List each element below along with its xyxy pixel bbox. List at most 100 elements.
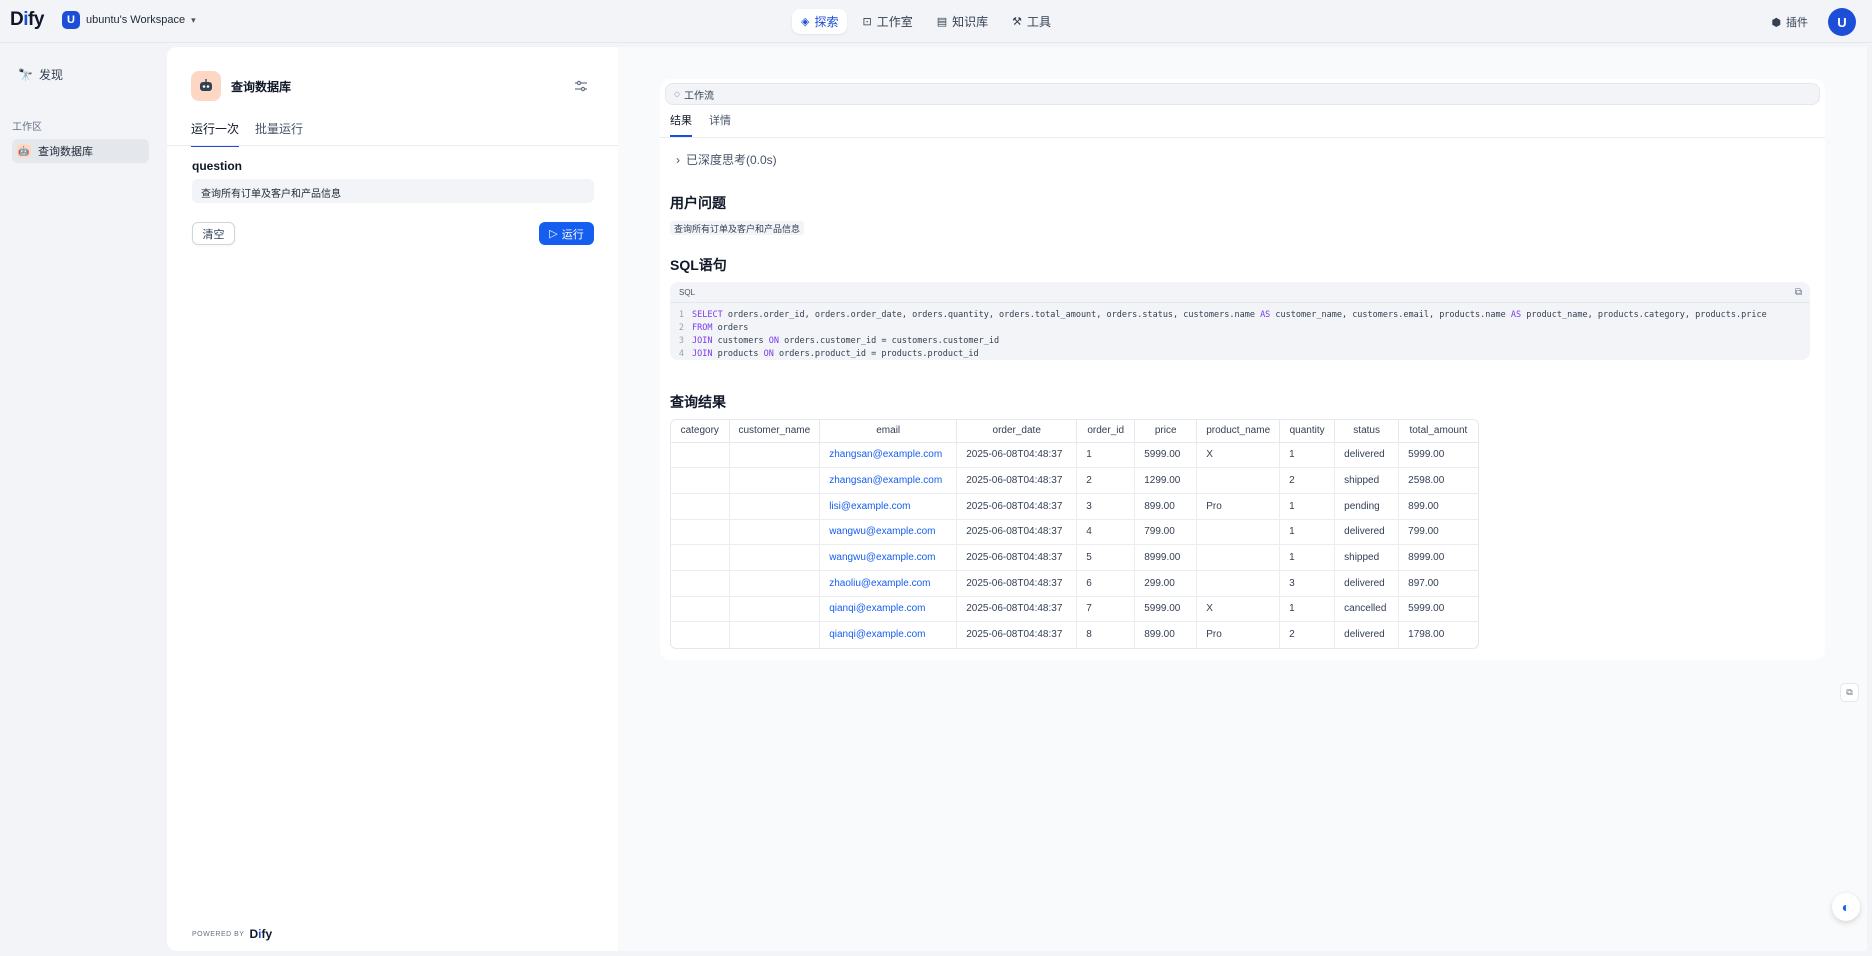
thinking-toggle[interactable]: › 已深度思考(0.0s) [676,151,777,168]
table-cell [729,596,821,623]
table-cell: 799.00 [1398,519,1478,546]
table-cell: delivered [1334,621,1400,648]
email-link[interactable]: wangwu@example.com [829,526,935,537]
sql-text: orders [712,323,749,333]
user-question-heading: 用户问题 [670,195,726,211]
table-cell: zhangsan@example.com [819,442,958,469]
table-cell: zhaoliu@example.com [819,570,958,597]
table-row: qianqi@example.com 2025-06-08T04:48:37 7 59… [671,596,1478,623]
column-header: quantity [1279,420,1336,443]
nav-tools[interactable]: ⚒ 工具 [1003,9,1060,34]
table-cell: 5999.00 [1134,442,1198,469]
top-right-actions: ⬢ 插件 U [1771,8,1856,36]
run-button[interactable]: ▷ 运行 [539,222,594,245]
copy-icon[interactable]: ⧉ [1840,683,1859,702]
table-cell: 5999.00 [1398,442,1478,469]
robot-icon: 🤖 [17,144,31,158]
table-cell: 5999.00 [1398,596,1478,623]
email-link[interactable]: wangwu@example.com [829,552,935,563]
code-lines: 1 SELECT orders.order_id, orders.order_d… [670,309,1767,361]
sidebar-item-query-db[interactable]: 🤖 查询数据库 [12,139,149,163]
table-cell: 2025-06-08T04:48:37 [956,621,1078,648]
email-link[interactable]: qianqi@example.com [829,629,925,640]
table-cell: 2 [1279,467,1336,494]
code-line: 2 FROM orders [670,322,1767,335]
table-cell: Pro [1196,621,1281,648]
line-number: 3 [678,336,684,346]
email-link[interactable]: zhaoliu@example.com [829,578,930,589]
sql-text: customer_name, customers.email, products… [1270,310,1511,320]
sql-code-block: SQL ⧉ 1 SELECT orders.order_id, orders.o… [670,282,1810,360]
tab-batch-run[interactable]: 批量运行 [255,120,303,147]
table-cell: 8 [1076,621,1136,648]
code-line: 4 JOIN products ON orders.product_id = p… [670,348,1767,361]
avatar[interactable]: U [1828,8,1856,36]
tab-run-once[interactable]: 运行一次 [191,120,240,147]
cube-icon: ⬢ [1771,16,1781,29]
sliders-icon[interactable] [574,79,588,93]
table-cell: wangwu@example.com [819,519,958,546]
tab-result[interactable]: 结果 [670,112,692,137]
robot-icon [191,71,221,101]
sidebar-item-discover[interactable]: 🔭 发现 [18,66,63,83]
email-link[interactable]: qianqi@example.com [829,603,925,614]
email-link[interactable]: zhangsan@example.com [829,475,942,486]
column-header: total_amount [1398,420,1478,443]
question-input[interactable]: 查询所有订单及客户和产品信息 [192,179,594,203]
table-cell: 899.00 [1134,621,1198,648]
table-cell: 897.00 [1398,570,1478,597]
table-cell: 2025-06-08T04:48:37 [956,467,1078,494]
table-cell: qianqi@example.com [819,596,958,623]
nav-knowledge[interactable]: ▤ 知识库 [928,9,997,34]
email-link[interactable]: lisi@example.com [829,501,910,512]
telescope-icon: 🔭 [18,67,33,82]
table-cell: delivered [1334,519,1400,546]
plugins-button[interactable]: ⬢ 插件 [1771,14,1808,30]
table-cell: 3 [1279,570,1336,597]
table-cell: delivered [1334,442,1400,469]
result-card: ◌ 工作流 结果 详情 › 已深度思考(0.0s) 用户问题 查询所有订单及客户… [660,79,1859,702]
workspace-switcher[interactable]: U ubuntu's Workspace ▾ [62,11,196,29]
table-cell: 1 [1279,544,1336,571]
table-row: qianqi@example.com 2025-06-08T04:48:37 8 89… [671,621,1478,648]
powered-by-text: POWERED BY [192,930,245,938]
table-cell: 2598.00 [1398,467,1478,494]
table-cell: delivered [1334,570,1400,597]
email-link[interactable]: zhangsan@example.com [829,449,942,460]
code-line: 1 SELECT orders.order_id, orders.order_d… [670,309,1767,322]
sql-keyword: ON [768,336,780,346]
table-row: zhangsan@example.com 2025-06-08T04:48:37 2… [671,467,1478,494]
play-icon: ▷ [549,228,558,240]
clear-button[interactable]: 清空 [192,222,235,245]
table-cell: 8999.00 [1134,544,1198,571]
table-cell: 6 [1076,570,1136,597]
table-cell: 2025-06-08T04:48:37 [956,570,1078,597]
sql-keyword: JOIN [692,336,713,346]
table-cell: 899.00 [1398,493,1478,520]
copy-icon[interactable]: ⧉ [1795,287,1802,298]
dify-logo[interactable]: Dify [10,9,44,31]
results-table: category customer_name email order_date orde… [670,419,1479,649]
sql-heading: SQL语句 [670,257,727,273]
logo-letter: D [10,9,24,30]
nav-explore[interactable]: ◈ 探索 [792,9,848,34]
table-cell [1196,467,1281,494]
workflow-status-chip[interactable]: ◌ 工作流 [665,83,1820,105]
tab-detail[interactable]: 详情 [709,112,731,137]
help-chat-button[interactable]: ◐ [1832,893,1860,921]
workflow-chip-label: 工作流 [683,90,714,102]
line-number: 2 [678,323,684,333]
table-cell [671,467,730,494]
table-cell: 8999.00 [1398,544,1478,571]
app-name: 查询数据库 [231,79,292,94]
table-cell: 2025-06-08T04:48:37 [956,493,1078,520]
sidebar-item-label: 查询数据库 [38,146,93,158]
table-cell: 1 [1279,493,1336,520]
nav-studio[interactable]: ⊡ 工作室 [853,9,921,34]
table-row: wangwu@example.com 2025-06-08T04:48:37 5 89… [671,544,1478,571]
table-cell [671,570,730,597]
sql-text: orders.order_id, orders.order_date, orde… [722,310,1261,320]
table-cell: 4 [1076,519,1136,546]
powered-by: POWERED BY Dify [192,927,272,941]
column-header: order_id [1076,420,1136,443]
